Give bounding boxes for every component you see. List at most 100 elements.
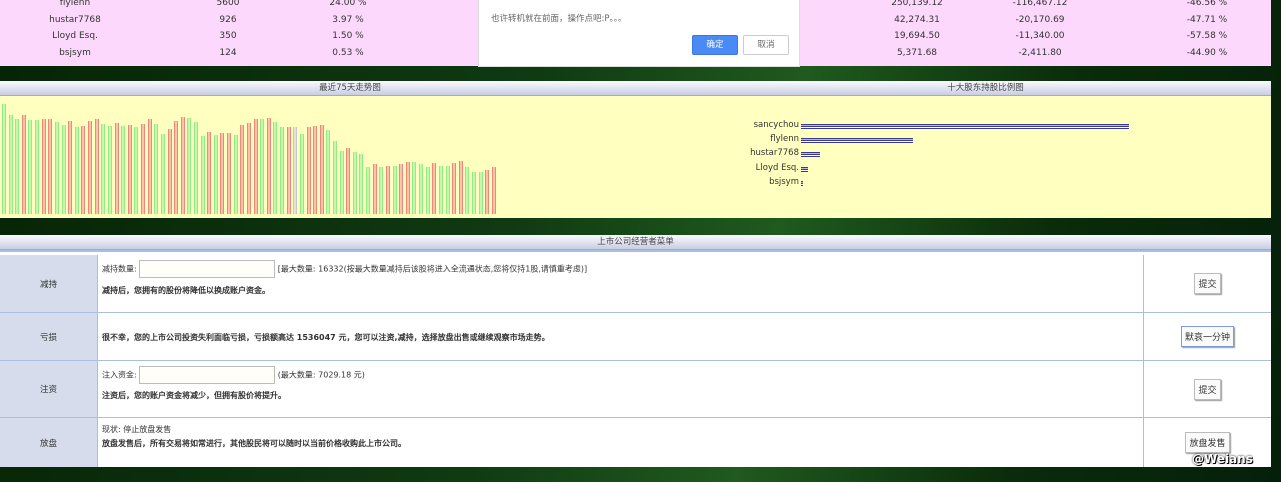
operator-menu: 减持 减持数量: [最大数量: 16332(按最大数量减持后该股将进入全流通状态… <box>0 250 1271 467</box>
trend-bar <box>167 129 172 214</box>
trend-bar <box>134 127 139 214</box>
cell-pct: 24.00 % <box>329 0 367 8</box>
row-label: 减持 <box>0 255 98 312</box>
sell-button[interactable]: 放盘发售 <box>1185 432 1230 453</box>
trend-bar <box>405 161 410 214</box>
cell-shares: 926 <box>219 14 237 25</box>
trend-bar <box>107 126 112 214</box>
menu-row-inject: 注资 注入资金: (最大数量: 7029.18 元) 注资后，您的账户资金将减少… <box>0 361 1271 418</box>
dialog-ok-button[interactable]: 确定 <box>692 35 738 55</box>
trend-bar <box>260 119 265 214</box>
cell-profit: -20,170.69 <box>1015 14 1065 25</box>
cell-profit: -11,340.00 <box>1015 31 1065 42</box>
trend-bar <box>485 169 490 214</box>
trend-bar <box>180 117 185 214</box>
field-hint: [最大数量: 16332(按最大数量减持后该股将进入全流通状态,您将仅持1股,请… <box>277 264 588 274</box>
cell-shares: 350 <box>219 31 237 42</box>
dialog-message: 也许转机就在前面，操作点吧:P。。。 <box>491 14 627 24</box>
cell-pct: 1.50 % <box>332 31 364 42</box>
trend-bar <box>472 171 477 214</box>
trend-bar <box>313 126 318 214</box>
trend-bar <box>280 127 285 214</box>
trend-bar <box>445 166 450 214</box>
trend-bar <box>273 122 278 214</box>
trend-bar <box>54 122 59 214</box>
inject-submit-button[interactable]: 提交 <box>1194 378 1221 400</box>
trend-bar <box>339 150 344 214</box>
trend-bar <box>399 163 404 214</box>
trend-bar <box>385 166 390 214</box>
cell-pct: 0.53 % <box>332 48 364 59</box>
trend-bar <box>121 126 126 214</box>
cell-name: flylenn <box>59 0 91 8</box>
trend-bar <box>200 135 205 214</box>
inject-amount-input[interactable] <box>139 366 276 384</box>
trend-bar <box>419 164 424 214</box>
trend-bar <box>233 134 238 214</box>
trend-bar <box>114 123 119 214</box>
trend-chart-header: 最近75天走势图 <box>0 81 700 96</box>
row-description: 放盘发售后，所有交易将如常进行，其他股民将可以随时以当前价格收购此上市公司。 <box>102 439 406 448</box>
trend-bar <box>61 124 66 214</box>
trend-bar <box>207 131 212 214</box>
trend-bar <box>74 126 79 214</box>
trend-bar <box>425 167 430 214</box>
row-label: 放盘 <box>0 418 98 467</box>
menu-row-loss: 亏损 很不幸，您的上市公司投资失利面临亏损，亏损额高达 1536047 元，您可… <box>0 313 1271 361</box>
cell-value: 250,139.12 <box>891 0 943 8</box>
cell-value: 42,274.31 <box>894 14 940 25</box>
row-description: 注资后，您的账户资金将减少，但拥有股价将提升。 <box>102 391 286 400</box>
row-description: 减持后，您拥有的股份将降低以换成账户资金。 <box>102 286 270 295</box>
holder-label: hustar7768 <box>750 148 799 159</box>
row-label: 注资 <box>0 361 98 417</box>
trend-bar <box>101 124 106 214</box>
menu-row-sell: 放盘 现状: 停止放盘发售 放盘发售后，所有交易将如常进行，其他股民将可以随时以… <box>0 418 1271 467</box>
trend-bar <box>8 114 13 214</box>
trend-bar <box>246 123 251 214</box>
mourn-button[interactable]: 默哀一分钟 <box>1180 326 1234 347</box>
trend-bar <box>491 167 496 214</box>
reduce-quantity-input[interactable] <box>139 260 276 278</box>
trend-bar <box>352 151 357 214</box>
alert-dialog: ʻ 也许转机就在前面，操作点吧:P。。。 确定 取消 <box>478 0 800 67</box>
trend-bar <box>15 119 20 214</box>
trend-bar <box>286 127 291 214</box>
trend-bar <box>41 119 46 214</box>
cell-profit: -116,467.12 <box>1012 0 1068 8</box>
trend-bar <box>154 124 159 214</box>
trend-bar <box>366 166 371 214</box>
trend-bar <box>333 140 337 214</box>
holder-label: flylenn <box>770 134 799 145</box>
trend-bar <box>68 121 73 214</box>
trend-bar <box>253 119 258 214</box>
trend-bar <box>141 124 146 214</box>
trend-bar <box>452 163 457 214</box>
trend-bar <box>306 126 311 214</box>
trend-bar <box>21 114 26 214</box>
holder-bar <box>801 138 914 144</box>
cell-shares: 124 <box>219 48 237 59</box>
row-label: 亏损 <box>0 313 98 360</box>
trend-bar <box>319 125 324 214</box>
trend-bar <box>392 166 397 214</box>
cell-profit: -2,411.80 <box>1018 48 1062 59</box>
trend-bar <box>193 122 198 214</box>
dialog-title-fragment: ʻ <box>539 0 543 6</box>
trend-bar <box>94 119 99 214</box>
reduce-submit-button[interactable]: 提交 <box>1194 273 1221 294</box>
holder-bar <box>801 166 809 172</box>
trend-bar <box>240 124 245 214</box>
holder-chart-header: 十大股东持股比例图 <box>700 81 1271 96</box>
menu-header: 上市公司经营者菜单 <box>0 235 1271 250</box>
cell-name: bsjsym <box>59 48 91 59</box>
trend-bar <box>438 166 443 214</box>
trend-bar <box>465 166 470 214</box>
trend-bar <box>432 163 437 214</box>
dialog-cancel-button[interactable]: 取消 <box>743 35 789 55</box>
holder-label: bsjsym <box>769 176 799 187</box>
charts-area: sancychou flylenn hustar7768 Lloyd Esq. bsjs… <box>0 96 1271 218</box>
trend-bar <box>478 171 483 214</box>
trend-bar <box>88 121 93 214</box>
trend-bar <box>266 118 271 214</box>
trend-bar <box>372 163 377 214</box>
